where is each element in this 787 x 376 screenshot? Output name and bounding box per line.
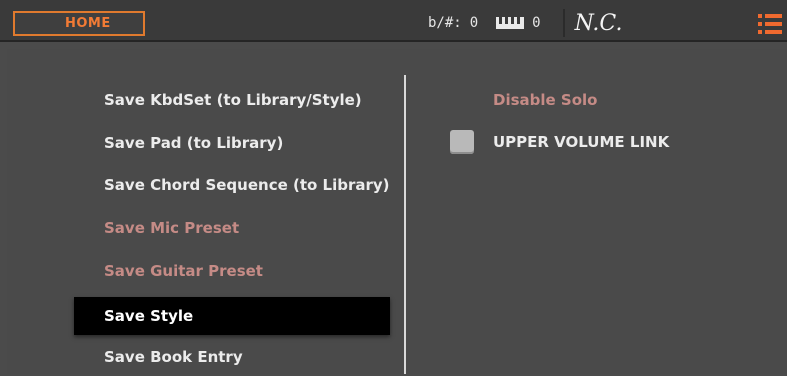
- transpose-label: b/#:: [428, 15, 462, 31]
- menu-item-save-pad[interactable]: Save Pad (to Library): [74, 124, 390, 162]
- chord-display: N.C.: [574, 10, 623, 36]
- list-menu-icon[interactable]: [758, 14, 782, 34]
- menu-divider: [404, 75, 406, 374]
- menu-item-save-mic-preset: Save Mic Preset: [104, 219, 240, 237]
- status-area: b/#: 0 0 N.C.: [428, 9, 622, 37]
- home-tab[interactable]: HOME: [13, 11, 145, 36]
- upper-volume-link-checkbox[interactable]: [450, 130, 474, 154]
- disable-solo-option: Disable Solo: [493, 91, 598, 109]
- menu-item-save-kbdset[interactable]: Save KbdSet (to Library/Style): [74, 81, 390, 119]
- upper-volume-link-label[interactable]: UPPER VOLUME LINK: [493, 130, 669, 154]
- status-divider: [562, 9, 565, 37]
- menu-item-save-guitar-preset: Save Guitar Preset: [104, 262, 263, 280]
- menu-item-save-book-entry[interactable]: Save Book Entry: [74, 338, 390, 376]
- transpose-value: 0: [469, 15, 479, 31]
- keyboard-icon: [496, 17, 525, 29]
- menu-item-save-chord-sequence[interactable]: Save Chord Sequence (to Library): [74, 166, 390, 204]
- menu-item-save-style[interactable]: Save Style: [74, 297, 390, 335]
- octave-value: 0: [532, 15, 541, 31]
- top-bar: HOME b/#: 0 0 N.C.: [0, 0, 787, 42]
